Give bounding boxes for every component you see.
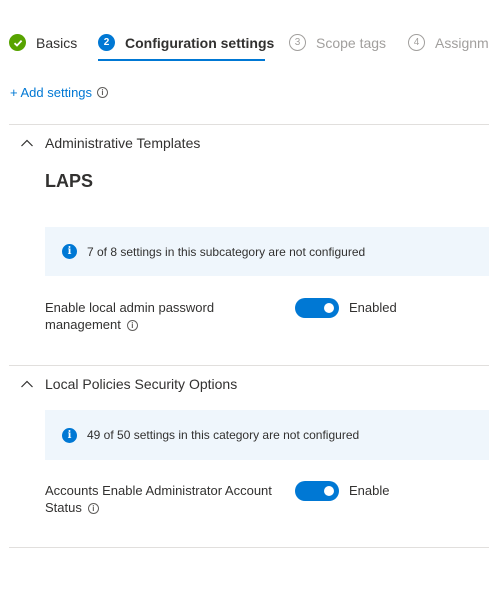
add-settings-link[interactable]: + Add settings i — [10, 85, 109, 100]
toggle-knob — [324, 303, 334, 313]
checkmark-icon — [9, 34, 26, 51]
divider — [9, 547, 489, 548]
step-label: Scope tags — [316, 34, 387, 51]
step-label: Basics — [36, 34, 78, 51]
step-label: Configuration settings — [125, 34, 275, 51]
step-scope-tags[interactable]: 3 Scope tags — [289, 34, 386, 51]
divider — [9, 124, 489, 125]
subcategory-title: LAPS — [45, 171, 94, 191]
step-label: Assignme — [435, 34, 489, 51]
step-configuration-settings[interactable]: 2 Configuration settings — [98, 34, 274, 51]
wizard-steps: Basics 2 Configuration settings 3 Scope … — [0, 0, 489, 70]
info-icon[interactable]: i — [126, 320, 138, 332]
info-icon[interactable]: i — [87, 503, 99, 515]
info-icon[interactable]: i — [97, 87, 109, 98]
setting-label: Enable local admin password management i — [45, 299, 285, 333]
section-header-administrative-templates[interactable]: Administrative Templates — [20, 135, 200, 151]
section-title: Administrative Templates — [45, 135, 201, 151]
toggle-state-label: Enable — [349, 483, 390, 498]
step-number: 4 — [408, 34, 425, 51]
section-header-local-policies-security-options[interactable]: Local Policies Security Options — [20, 376, 237, 392]
accounts-enable-administrator-toggle[interactable] — [295, 481, 339, 501]
step-assignments[interactable]: 4 Assignme — [408, 34, 489, 51]
setting-label-text: Accounts Enable Administrator Account St… — [45, 483, 272, 515]
info-bar: i 49 of 50 settings in this category are… — [45, 410, 489, 460]
step-basics[interactable]: Basics — [9, 34, 77, 51]
toggle-knob — [324, 486, 334, 496]
info-bar: i 7 of 8 settings in this subcategory ar… — [45, 227, 489, 276]
section-title: Local Policies Security Options — [45, 376, 238, 392]
step-number: 3 — [289, 34, 306, 51]
toggle-state-label: Enabled — [349, 300, 397, 315]
info-text: 7 of 8 settings in this subcategory are … — [87, 244, 366, 259]
enable-local-admin-password-toggle[interactable] — [295, 298, 339, 318]
add-settings-label: + Add settings — [10, 85, 93, 100]
divider — [9, 365, 489, 366]
active-step-underline — [98, 59, 265, 61]
chevron-up-icon — [21, 139, 33, 147]
setting-label: Accounts Enable Administrator Account St… — [45, 482, 285, 516]
info-text: 49 of 50 settings in this category are n… — [87, 428, 360, 442]
chevron-up-icon — [21, 380, 33, 388]
info-icon: i — [62, 427, 77, 443]
step-number: 2 — [98, 34, 115, 51]
info-icon: i — [62, 244, 77, 259]
